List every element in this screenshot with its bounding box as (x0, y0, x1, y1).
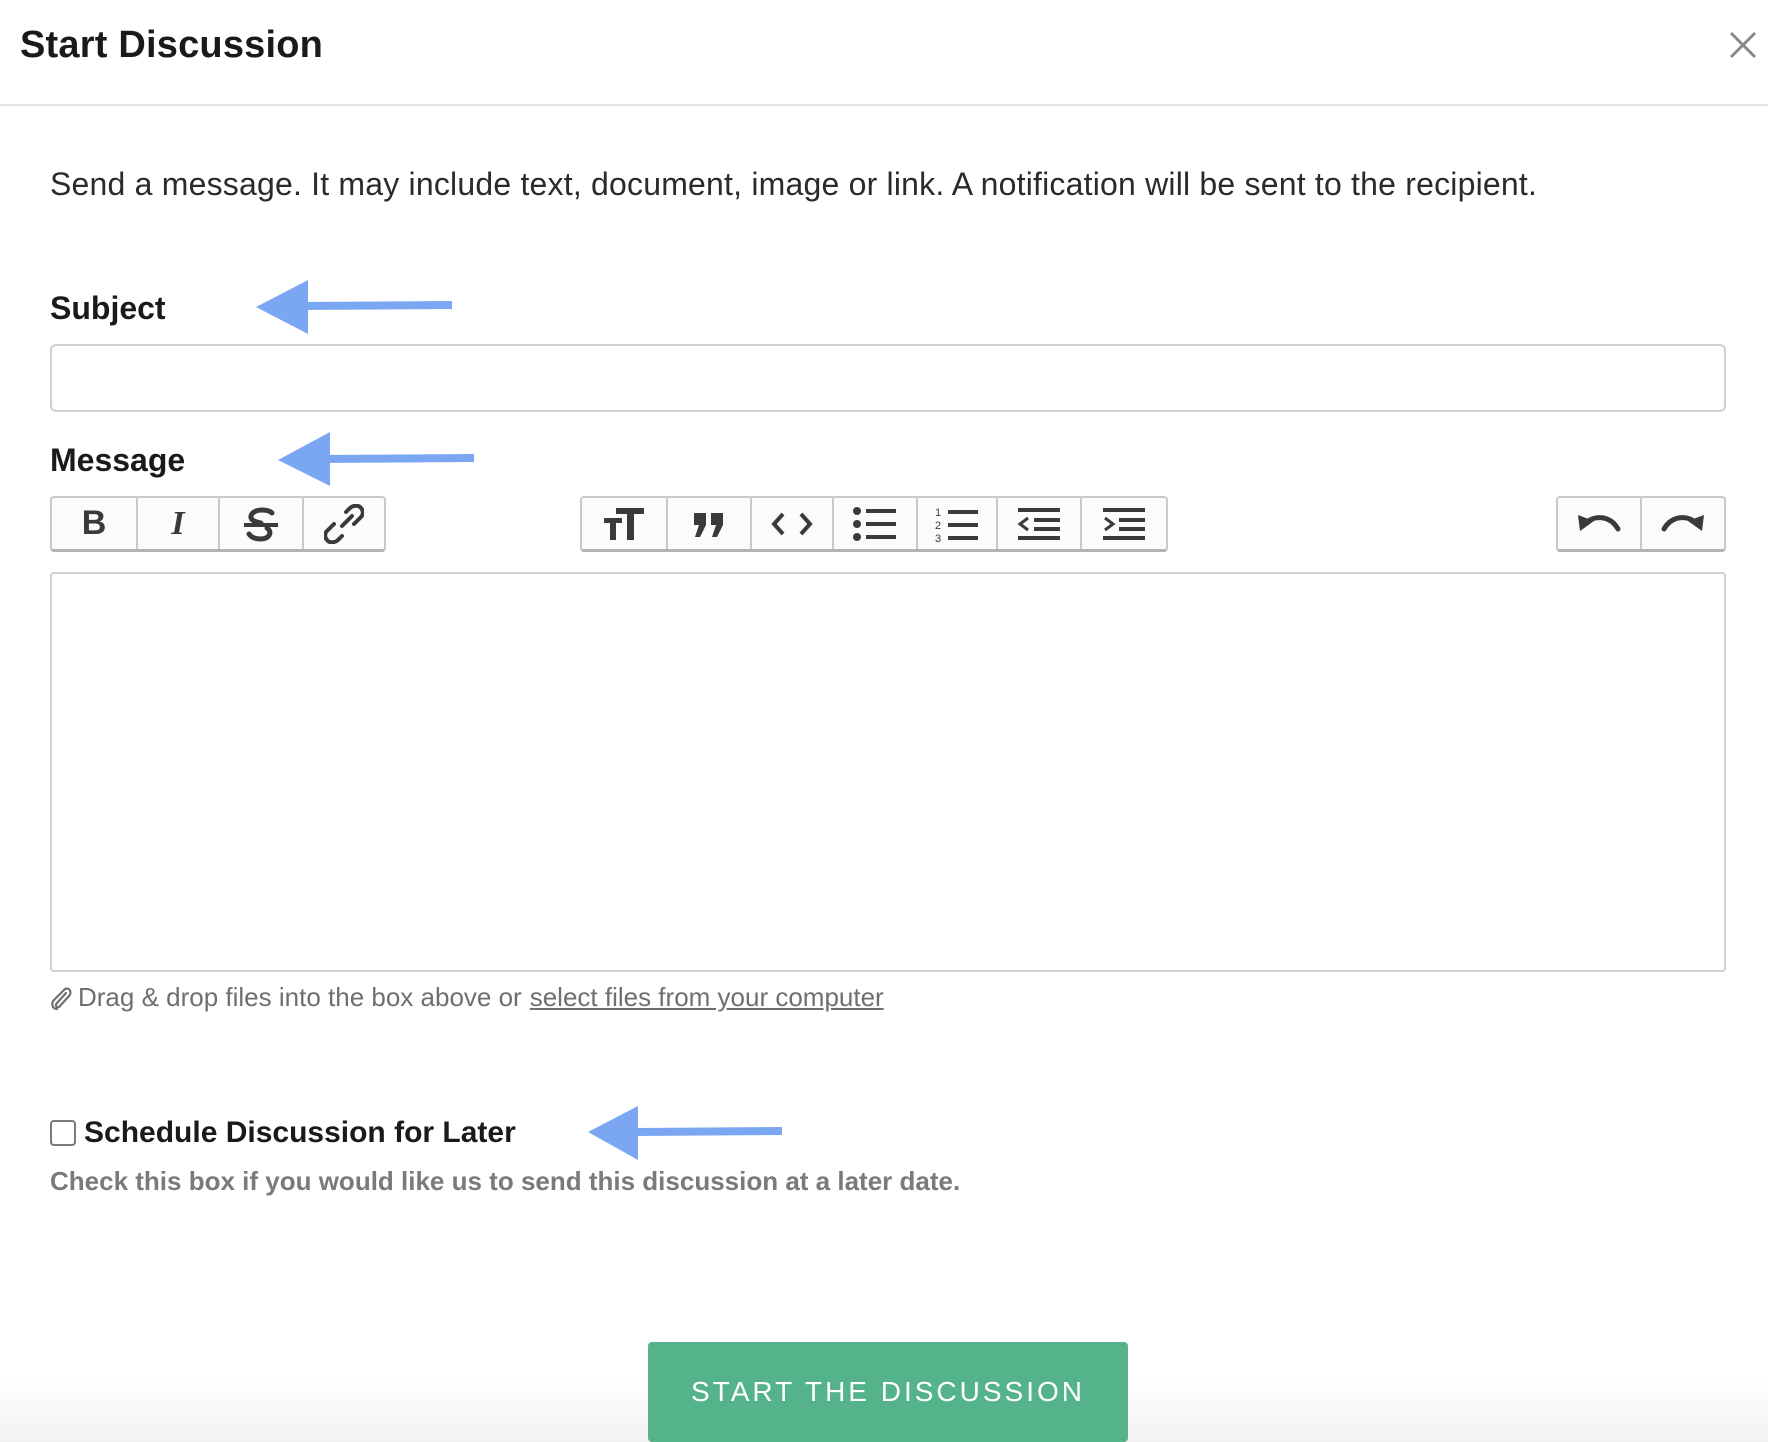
dialog-header: Start Discussion (0, 0, 1768, 106)
strikethrough-button[interactable] (220, 498, 304, 549)
close-icon[interactable] (1726, 28, 1760, 62)
strikethrough-icon (244, 507, 278, 542)
attachment-note-text: Drag & drop files into the box above or (78, 982, 522, 1012)
history-toolbar (1556, 496, 1726, 552)
code-icon (771, 512, 813, 535)
italic-icon: I (171, 504, 185, 542)
svg-text:3: 3 (935, 533, 941, 543)
select-files-link[interactable]: select files from your computer (530, 982, 884, 1013)
annotation-arrow-icon (278, 432, 475, 486)
text-format-toolbar: B I (50, 496, 386, 552)
text-size-icon (604, 507, 644, 540)
heading-button[interactable] (582, 498, 668, 549)
schedule-checkbox[interactable] (50, 1120, 76, 1146)
schedule-row: Schedule Discussion for Later (50, 1116, 516, 1150)
annotation-arrow-icon (588, 1106, 783, 1160)
svg-text:1: 1 (935, 507, 941, 519)
bullet-list-button[interactable] (834, 498, 918, 549)
indent-button[interactable] (1082, 498, 1166, 549)
dialog-title: Start Discussion (20, 24, 324, 66)
message-editor[interactable] (50, 572, 1726, 972)
link-button[interactable] (304, 498, 384, 549)
attachment-note: Drag & drop files into the box above or … (50, 982, 884, 1013)
undo-button[interactable] (1558, 498, 1642, 549)
schedule-label[interactable]: Schedule Discussion for Later (84, 1116, 516, 1150)
svg-text:2: 2 (935, 520, 941, 532)
italic-button[interactable]: I (138, 498, 220, 549)
subject-input[interactable] (50, 344, 1726, 412)
message-label: Message (50, 442, 186, 478)
undo-icon (1578, 514, 1621, 531)
redo-icon (1661, 514, 1704, 531)
quote-button[interactable] (668, 498, 752, 549)
intro-text: Send a message. It may include text, doc… (50, 166, 1538, 202)
subject-label: Subject (50, 290, 166, 326)
indent-icon (1103, 507, 1145, 540)
block-format-toolbar: 1 2 3 (580, 496, 1168, 552)
numbered-list-button[interactable]: 1 2 3 (918, 498, 998, 549)
redo-button[interactable] (1642, 498, 1724, 549)
outdent-icon (1017, 507, 1060, 540)
annotation-arrow-icon (256, 280, 453, 334)
link-icon (324, 503, 364, 544)
schedule-help-text: Check this box if you would like us to s… (50, 1166, 961, 1196)
numbered-list-icon: 1 2 3 (935, 507, 978, 543)
paperclip-icon (51, 987, 72, 1010)
bold-button[interactable]: B (52, 498, 138, 549)
start-discussion-button[interactable]: START THE DISCUSSION (648, 1342, 1128, 1442)
bold-icon: B (81, 504, 107, 542)
code-button[interactable] (752, 498, 834, 549)
bullet-list-icon (853, 506, 896, 541)
quote-icon (694, 512, 723, 537)
start-discussion-dialog: Start Discussion Send a message. It may … (0, 0, 1768, 1442)
outdent-button[interactable] (998, 498, 1082, 549)
